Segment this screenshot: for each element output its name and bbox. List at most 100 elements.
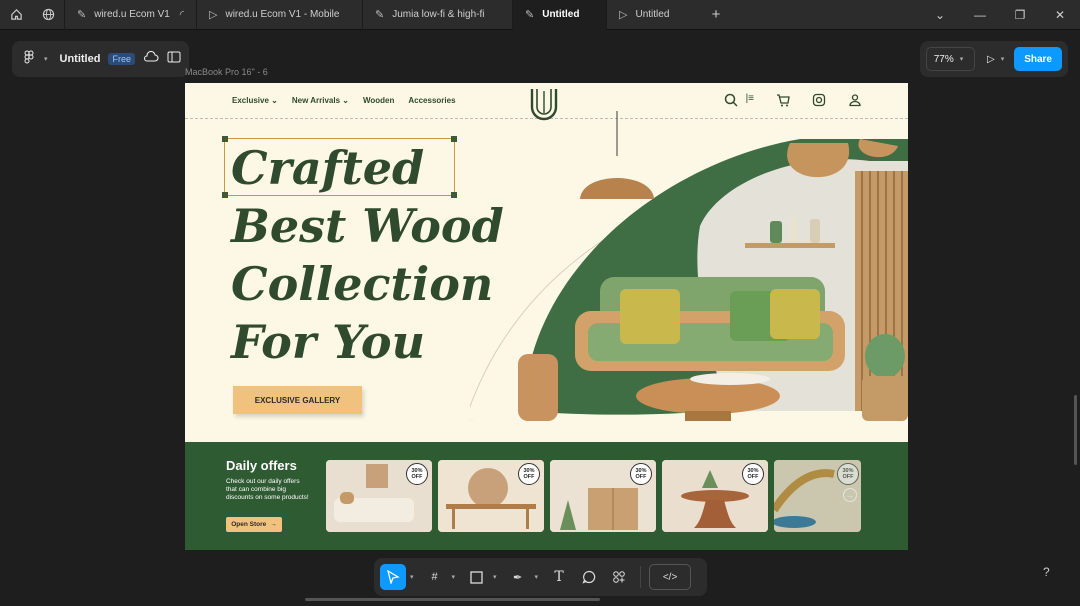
design-frame[interactable]: Exclusive ⌄ New Arrivals ⌄ Wooden Access… [185, 83, 908, 550]
horizontal-scrollbar[interactable] [305, 598, 600, 601]
zoom-dropdown[interactable]: 77% ▾ [926, 47, 975, 71]
tab-untitled-prototype[interactable]: ▷ Untitled [606, 0, 700, 30]
offer-card[interactable]: 30% OFF [438, 460, 544, 532]
components-icon [613, 571, 625, 583]
discount-badge: 30% OFF [837, 463, 859, 485]
chevron-down-icon[interactable]: ▾ [493, 573, 497, 581]
sidebar-toggle-icon[interactable] [167, 50, 181, 68]
minimize-icon[interactable]: — [960, 0, 1000, 30]
chevron-down-icon[interactable]: ▾ [535, 573, 539, 581]
hero-line[interactable]: Collection [231, 255, 504, 313]
move-tool-button[interactable] [380, 564, 406, 590]
chevron-down-icon[interactable]: ▾ [410, 573, 414, 581]
file-panel: ▾ Untitled Free [12, 41, 189, 77]
tab-label: Untitled [635, 9, 670, 20]
frame-icon: # [431, 571, 438, 583]
comment-tool-button[interactable] [576, 564, 602, 590]
offer-cards: 30% OFF 30% OFF 30% OFF 30% OFF 30% OFF → [326, 460, 861, 532]
resize-handle[interactable] [451, 192, 457, 198]
close-icon[interactable]: ✕ [1040, 0, 1080, 30]
instagram-icon[interactable] [812, 93, 826, 112]
pen-icon: ✒ [512, 571, 523, 584]
vertical-scrollbar[interactable] [1074, 395, 1077, 465]
hero-line[interactable]: For You [231, 313, 504, 371]
figma-file-icon: ✎ [375, 9, 385, 21]
shape-tool-button[interactable] [463, 564, 489, 590]
home-icon[interactable] [0, 0, 32, 30]
cursor-icon [387, 570, 400, 584]
offers-title: Daily offers [226, 458, 297, 473]
resize-handle[interactable] [222, 136, 228, 142]
plan-badge: Free [108, 53, 135, 65]
figma-menu-icon[interactable] [22, 50, 36, 69]
chevron-down-icon[interactable]: ▾ [1001, 55, 1005, 63]
text-icon: T [554, 569, 564, 585]
offers-description: Check out our daily offers that can comb… [226, 478, 309, 501]
search-icon[interactable] [724, 93, 738, 112]
share-button[interactable]: Share [1014, 47, 1062, 71]
discount-badge: 30% OFF [742, 463, 764, 485]
hero-living-room-image [470, 111, 908, 421]
chevron-down-icon[interactable]: ⌄ [920, 0, 960, 30]
present-play-icon[interactable]: ▷ [987, 54, 995, 65]
toolbar-divider [640, 566, 642, 588]
comment-icon [582, 570, 596, 584]
frame-label[interactable]: MacBook Pro 16" - 6 [185, 67, 268, 77]
text-tool-button[interactable]: T [546, 564, 572, 590]
chevron-down-icon[interactable]: ▾ [44, 55, 48, 63]
new-tab-icon[interactable]: + [700, 0, 732, 30]
view-panel: 77% ▾ ▷ ▾ Share [920, 41, 1068, 77]
open-store-label: Open Store [231, 521, 267, 528]
offer-card[interactable]: 30% OFF [550, 460, 656, 532]
zoom-value: 77% [933, 53, 954, 65]
tab-label: wired.u Ecom V1 - Mobile [225, 9, 340, 20]
loading-icon: ◜ [179, 9, 184, 21]
file-title[interactable]: Untitled [60, 53, 101, 65]
discount-badge: 30% OFF [518, 463, 540, 485]
nav-wooden[interactable]: Wooden [363, 96, 394, 105]
tab-jumia[interactable]: ✎ Jumia low-fi & high-fi [362, 0, 512, 30]
offer-card[interactable]: 30% OFF → [774, 460, 861, 532]
cloud-icon[interactable] [143, 50, 159, 68]
chevron-down-icon: ▾ [959, 56, 964, 63]
tab-wired-ecom-mobile[interactable]: ▷ wired.u Ecom V1 - Mobile [196, 0, 362, 30]
play-icon: ▷ [619, 9, 628, 21]
daily-offers-section: Daily offers Check out our daily offers … [185, 442, 908, 550]
offer-card[interactable]: 30% OFF [326, 460, 432, 532]
figma-file-icon: ✎ [525, 9, 535, 21]
nav-exclusive[interactable]: Exclusive ⌄ [232, 96, 278, 105]
open-store-button[interactable]: Open Store → [226, 517, 282, 532]
rectangle-icon [469, 570, 483, 584]
resize-handle[interactable] [451, 136, 457, 142]
code-icon: </> [662, 571, 678, 583]
chevron-down-icon[interactable]: ▾ [452, 573, 456, 581]
tab-label: wired.u Ecom V1 [94, 9, 170, 20]
figma-file-icon: ✎ [77, 9, 87, 21]
arrow-right-circle-icon: → [270, 521, 277, 528]
dev-mode-toggle[interactable]: </> [649, 564, 692, 590]
assets-tool-button[interactable] [606, 564, 632, 590]
tab-untitled-active[interactable]: ✎ Untitled [512, 0, 606, 30]
selection-box[interactable] [222, 136, 457, 198]
filter-icon[interactable]: |≡ [746, 93, 754, 112]
pen-tool-button[interactable]: ✒ [505, 564, 531, 590]
nav-accessories[interactable]: Accessories [408, 96, 455, 105]
globe-icon[interactable] [32, 0, 64, 30]
resize-handle[interactable] [222, 192, 228, 198]
next-arrow-icon[interactable]: → [843, 488, 857, 502]
tab-bar: ✎ wired.u Ecom V1 ◜ ▷ wired.u Ecom V1 - … [0, 0, 1080, 30]
frame-tool-button[interactable]: # [422, 564, 448, 590]
nav-new-arrivals[interactable]: New Arrivals ⌄ [292, 96, 349, 105]
exclusive-gallery-button[interactable]: EXCLUSIVE GALLERY [233, 386, 362, 414]
tab-wired-ecom[interactable]: ✎ wired.u Ecom V1 ◜ [64, 0, 196, 30]
discount-badge: 30% OFF [630, 463, 652, 485]
user-icon[interactable] [848, 93, 862, 112]
play-icon: ▷ [209, 9, 218, 21]
hero-line[interactable]: Best Wood [231, 197, 504, 255]
design-toolbar: ▾ # ▾ ▾ ✒ ▾ T </> [374, 558, 707, 596]
help-button[interactable]: ? [1043, 565, 1050, 579]
offer-card[interactable]: 30% OFF [662, 460, 768, 532]
cart-icon[interactable] [776, 93, 790, 112]
restore-icon[interactable]: ❐ [1000, 0, 1040, 30]
tab-label: Jumia low-fi & high-fi [392, 9, 485, 20]
